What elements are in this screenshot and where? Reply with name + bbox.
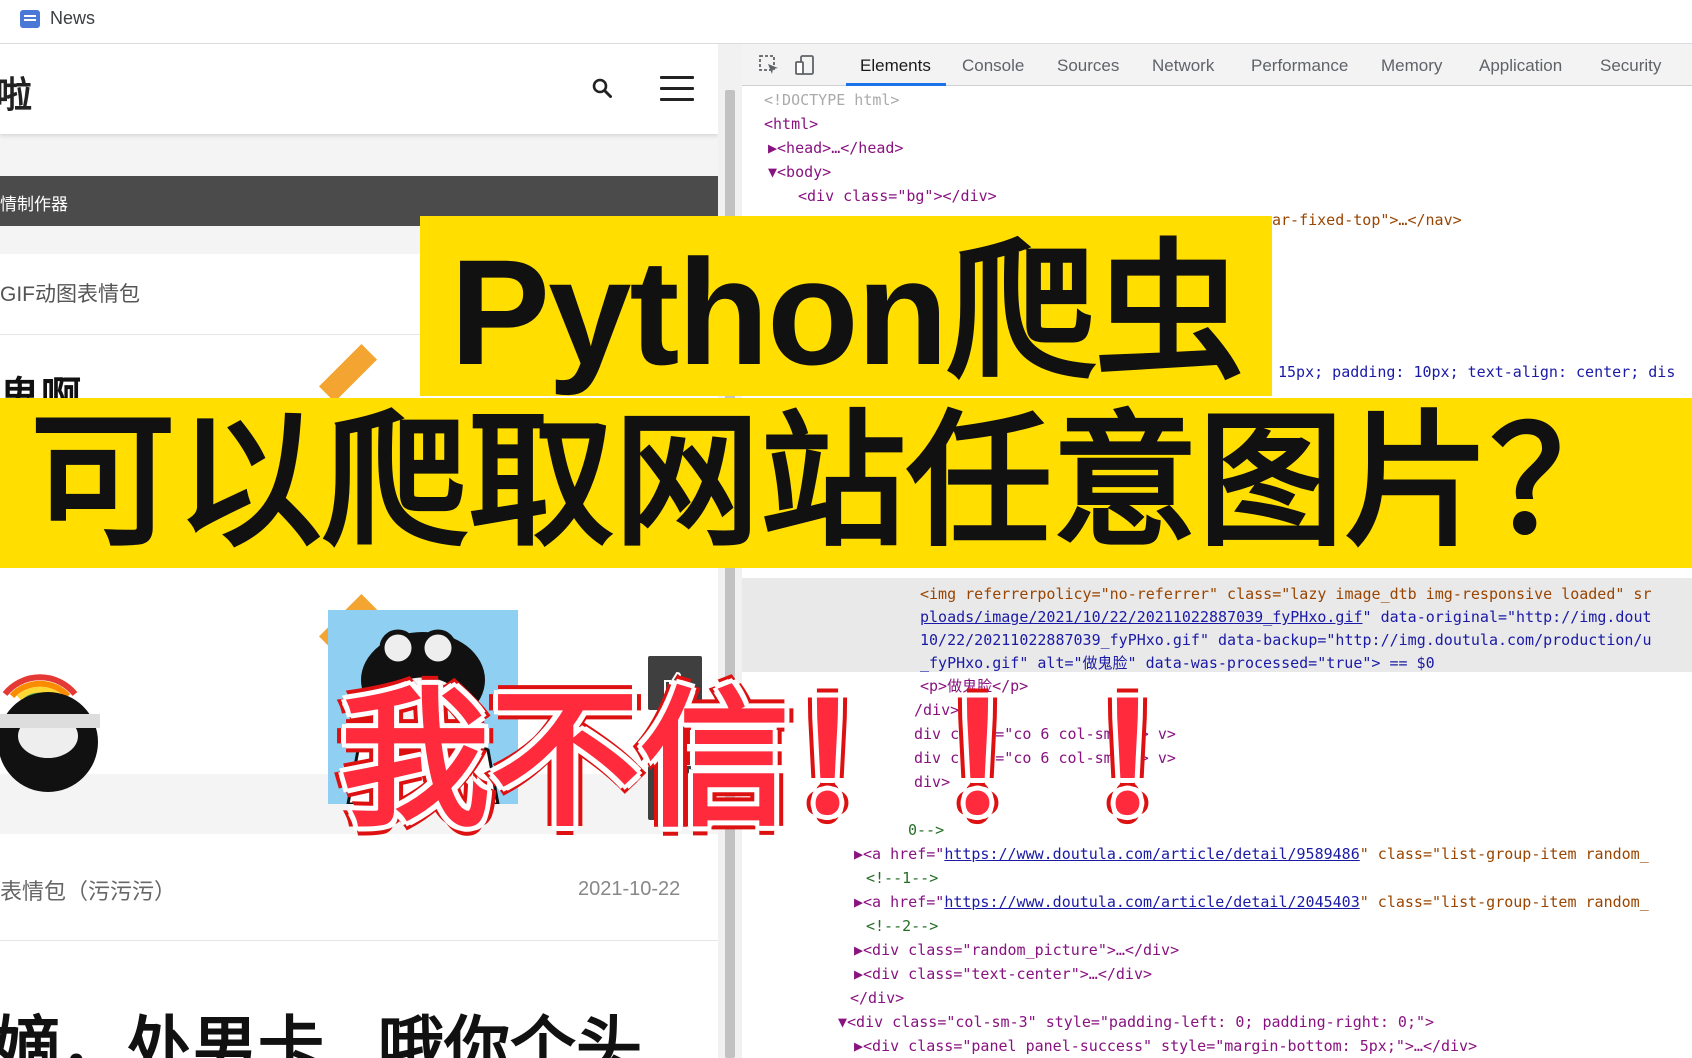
dom-line[interactable]: ▶<a href="https://www.doutula.com/articl… — [854, 892, 1649, 912]
bookmark-news-label: News — [50, 8, 96, 28]
tab-network[interactable]: Network — [1152, 56, 1214, 76]
tab-sources[interactable]: Sources — [1057, 56, 1119, 76]
meme-text-right: 哦你个头 — [378, 1010, 642, 1058]
dom-comment[interactable]: <!--1--> — [866, 868, 938, 888]
img-src-link[interactable]: ploads/image/2021/10/22/20211022887039_f… — [920, 608, 1363, 626]
search-icon[interactable] — [592, 78, 612, 98]
dom-line-selected[interactable]: ploads/image/2021/10/22/20211022887039_f… — [920, 607, 1652, 627]
dom-line[interactable]: <!DOCTYPE html> — [764, 90, 899, 110]
dom-line-selected[interactable]: 10/22/20211022887039_fyPHxo.gif" data-ba… — [920, 630, 1652, 650]
tab-console[interactable]: Console — [962, 56, 1024, 76]
tab-application[interactable]: Application — [1479, 56, 1562, 76]
tab-elements[interactable]: Elements — [860, 56, 931, 76]
device-toolbar-icon[interactable] — [794, 54, 816, 76]
meme-image-rainbow[interactable] — [0, 644, 110, 794]
dom-line[interactable]: <html> — [764, 114, 818, 134]
dom-line[interactable]: <div class="bg"></div> — [798, 186, 997, 206]
dom-line[interactable]: ▼<body> — [768, 162, 831, 182]
meme-text-left: 嫡，处男卡 — [0, 1010, 324, 1058]
menu-icon[interactable] — [660, 76, 694, 102]
site-header: 啦 — [0, 44, 718, 134]
dom-tag: ▶<a href=" — [854, 893, 945, 911]
overlay-title-line2: 可以爬取网站任意图片？ — [30, 400, 1636, 563]
dom-line[interactable]: ▶<head>…</head> — [768, 138, 903, 158]
dom-line[interactable]: ▶<div class="text-center">…</div> — [854, 964, 1152, 984]
img-attr-text: " data-original="http://img.dout — [1362, 608, 1652, 626]
link-url[interactable]: https://www.doutula.com/article/detail/9… — [944, 845, 1359, 863]
site-title[interactable]: 啦 — [0, 66, 32, 118]
dom-line[interactable]: ar-fixed-top">…</nav> — [1272, 210, 1462, 230]
dom-line[interactable]: ▶<div class="random_picture">…</div> — [854, 940, 1179, 960]
dom-comment[interactable]: <!--2--> — [866, 916, 938, 936]
news-icon — [20, 9, 40, 28]
bookmark-news[interactable]: News — [20, 8, 95, 29]
link-url[interactable]: https://www.doutula.com/article/detail/2… — [944, 893, 1359, 911]
dom-line[interactable]: ▶<a href="https://www.doutula.com/articl… — [854, 844, 1649, 864]
article-card: 表情包（污污污） 2021-10-22 嫡，处男卡 哦你个头 — [0, 834, 718, 1058]
dom-attr: " class="list-group-item random_ — [1359, 893, 1649, 911]
dom-line[interactable]: </div> — [850, 988, 904, 1008]
inspect-icon[interactable] — [758, 54, 780, 76]
overlay-title-line3: 我不信！！！ — [340, 676, 1241, 844]
dom-line-selected[interactable]: _fyPHxo.gif" alt="做鬼脸" data-was-processe… — [920, 653, 1435, 673]
dom-tag: ▶<a href=" — [854, 845, 945, 863]
divider — [0, 940, 718, 941]
dom-line[interactable]: 15px; padding: 10px; text-align: center;… — [1278, 362, 1675, 382]
article-title[interactable]: 表情包（污污污） — [0, 874, 176, 906]
section-title[interactable]: GIF动图表情包 — [0, 278, 140, 308]
article-date: 2021-10-22 — [578, 878, 681, 900]
tab-security[interactable]: Security — [1600, 56, 1661, 76]
overlay-title-line1: Python爬虫 — [450, 228, 1244, 396]
bookmarks-bar: News — [0, 0, 1692, 44]
category-bar-label: 情制作器 — [0, 195, 68, 214]
dom-line[interactable]: ▼<div class="col-sm-3" style="padding-le… — [838, 1012, 1434, 1032]
tab-performance[interactable]: Performance — [1251, 56, 1348, 76]
dom-line[interactable]: ▶<div class="panel panel-success" style=… — [854, 1036, 1477, 1056]
dom-attr: " class="list-group-item random_ — [1359, 845, 1649, 863]
tab-memory[interactable]: Memory — [1381, 56, 1442, 76]
dom-line-selected[interactable]: <img referrerpolicy="no-referrer" class=… — [920, 584, 1652, 604]
